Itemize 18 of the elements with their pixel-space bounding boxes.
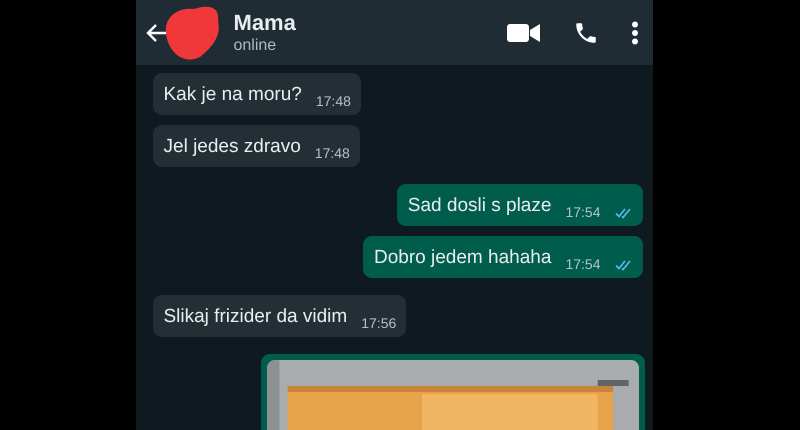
message-time: 17:56: [361, 315, 396, 331]
back-button[interactable]: [146, 22, 168, 42]
video-camera-icon: [506, 22, 540, 44]
message-text: Jel jedes zdravo: [164, 135, 301, 159]
video-call-button[interactable]: [506, 22, 540, 44]
message-time: 17:48: [316, 93, 351, 109]
message-time: 17:48: [314, 145, 350, 161]
message-text: Dobro jedem hahaha: [374, 246, 552, 270]
menu-button[interactable]: [630, 20, 638, 44]
message-text: Slikaj frizider da vidim: [164, 305, 348, 329]
message-time: 17:54: [565, 256, 600, 272]
message-text: Kak je na moru?: [164, 83, 302, 107]
message-text: Sad dosli s plaze: [408, 194, 552, 218]
back-arrow-icon: [146, 22, 168, 42]
contact-name: Mama: [234, 10, 297, 36]
more-options-icon: [630, 20, 638, 44]
message-time: 17:54: [565, 204, 600, 220]
contact-status: online: [234, 36, 278, 56]
